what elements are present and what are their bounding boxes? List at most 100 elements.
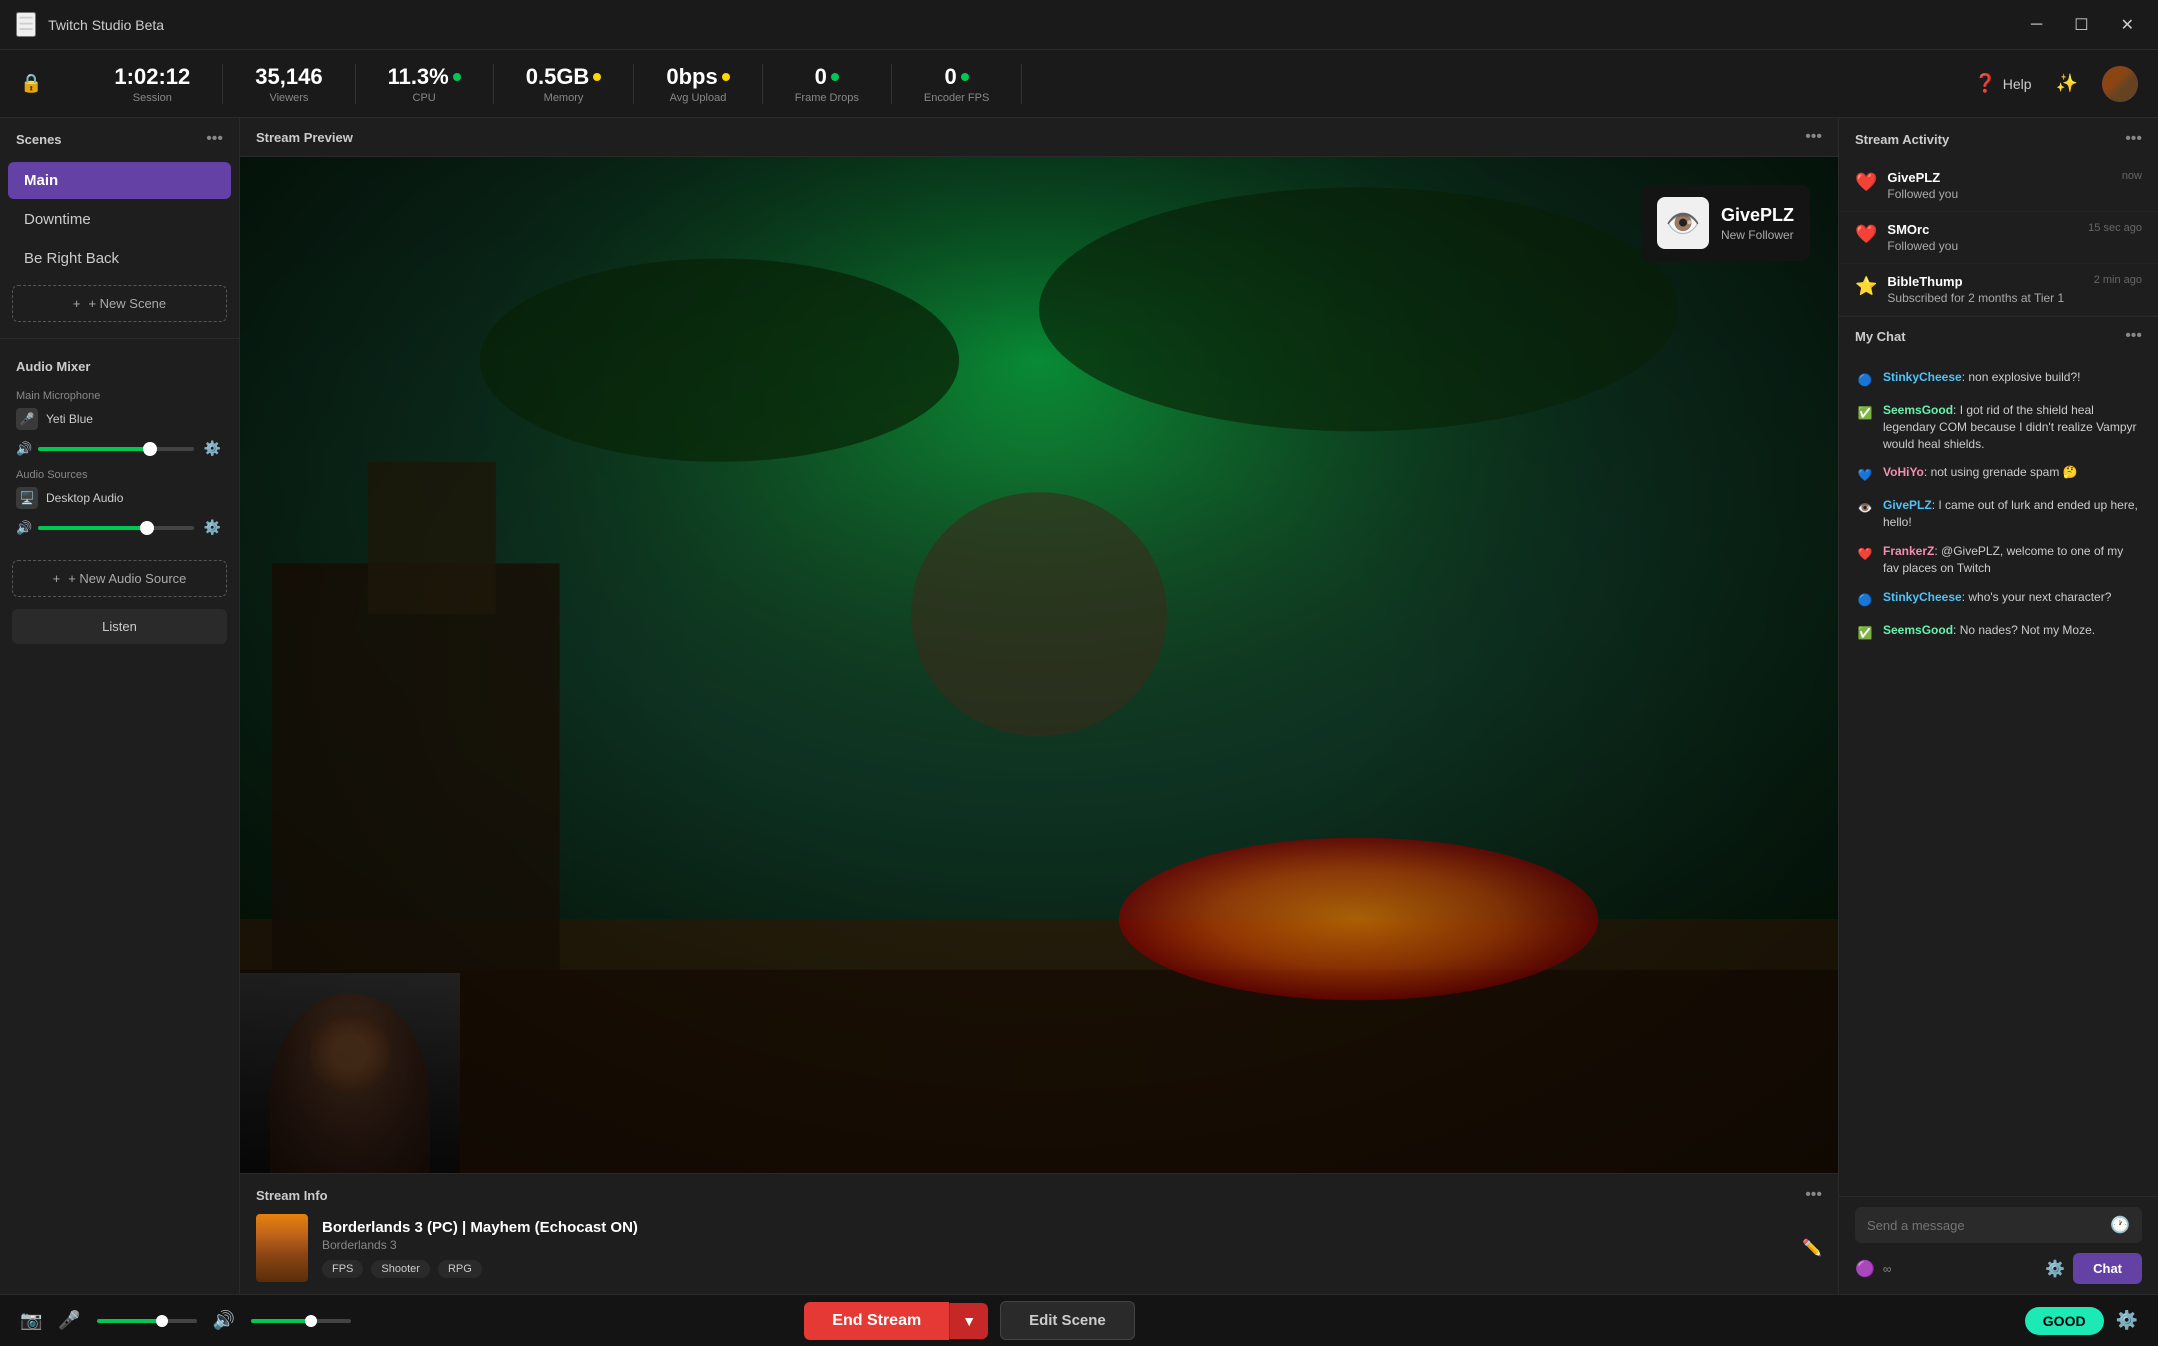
- new-audio-source-button[interactable]: + + New Audio Source: [12, 560, 227, 597]
- follower-label: New Follower: [1721, 228, 1794, 242]
- microphone-volume-slider[interactable]: [38, 447, 194, 451]
- preview-more-button[interactable]: •••: [1805, 128, 1822, 146]
- camera-toggle-button[interactable]: 📷: [20, 1310, 42, 1331]
- encoder-status-dot: [961, 73, 969, 81]
- right-sidebar: Stream Activity ••• ❤️ GivePLZ Followed …: [1838, 118, 2158, 1294]
- microphone-toggle-button[interactable]: 🎤: [58, 1310, 80, 1331]
- preview-game-background: 👁️ GivePLZ New Follower: [240, 157, 1838, 1173]
- chat-input-area: 🕐 🟣 ∞ ⚙️ Chat: [1839, 1196, 2158, 1294]
- activity-title: Stream Activity: [1855, 132, 1949, 147]
- activity-name-0: GivePLZ: [1887, 170, 1940, 185]
- chat-badge-1: ✅: [1855, 403, 1875, 423]
- desktop-slider-thumb[interactable]: [140, 521, 154, 535]
- stat-encoder-label: Encoder FPS: [924, 92, 989, 104]
- magic-wand-button[interactable]: ✨: [2056, 73, 2078, 94]
- chat-text-3: GivePLZ: I came out of lurk and ended up…: [1883, 497, 2142, 531]
- scenes-more-button[interactable]: •••: [206, 130, 223, 148]
- tag-shooter: Shooter: [371, 1260, 430, 1278]
- game-tags: FPS Shooter RPG: [322, 1260, 1788, 1278]
- activity-star-icon-2: ⭐: [1855, 276, 1877, 297]
- activity-content-2: BibleThump Subscribed for 2 months at Ti…: [1887, 274, 2083, 305]
- help-button[interactable]: ❓ Help: [1974, 73, 2031, 94]
- desktop-audio-settings-button[interactable]: ⚙️: [202, 517, 223, 538]
- stat-cpu-label: CPU: [413, 92, 436, 104]
- follower-info: GivePLZ New Follower: [1721, 205, 1794, 242]
- speaker-bottom-thumb[interactable]: [305, 1315, 317, 1327]
- end-stream-main-button[interactable]: End Stream: [804, 1302, 949, 1340]
- stat-session-label: Session: [133, 92, 172, 104]
- listen-button[interactable]: Listen: [12, 609, 227, 644]
- left-sidebar: Scenes ••• Main Downtime Be Right Back +…: [0, 118, 240, 1294]
- bottom-center-controls: End Stream ▼ Edit Scene: [804, 1301, 1134, 1340]
- lock-button[interactable]: 🔒: [20, 73, 42, 94]
- close-button[interactable]: ✕: [2113, 11, 2142, 39]
- bottom-settings-button[interactable]: ⚙️: [2116, 1310, 2138, 1331]
- desktop-volume-icon: 🔊: [16, 520, 30, 536]
- chat-badge-4: ❤️: [1855, 544, 1875, 564]
- mic-bottom-slider[interactable]: [97, 1319, 197, 1323]
- preview-vignette-overlay: [240, 157, 1838, 1173]
- scenes-section: Scenes ••• Main Downtime Be Right Back +…: [0, 118, 239, 330]
- stream-info-more-button[interactable]: •••: [1805, 1186, 1822, 1204]
- mic-device-icon: 🎤: [16, 408, 38, 430]
- end-stream-dropdown-button[interactable]: ▼: [949, 1303, 988, 1339]
- chat-purple-circle-button[interactable]: 🟣: [1855, 1259, 1875, 1279]
- speaker-toggle-button[interactable]: 🔊: [213, 1310, 235, 1331]
- send-chat-button[interactable]: Chat: [2073, 1253, 2142, 1284]
- chat-input-row: 🕐: [1855, 1207, 2142, 1243]
- microphone-label: Main Microphone: [0, 386, 239, 404]
- mic-slider-thumb[interactable]: [143, 442, 157, 456]
- chat-more-button[interactable]: •••: [2125, 327, 2142, 345]
- microphone-settings-button[interactable]: ⚙️: [202, 438, 223, 459]
- activity-name-2: BibleThump: [1887, 274, 1962, 289]
- memory-status-dot: [593, 73, 601, 81]
- menu-icon[interactable]: ☰: [16, 12, 36, 37]
- user-avatar[interactable]: [2102, 66, 2138, 102]
- chat-message-0: 🔵 StinkyCheese: non explosive build?!: [1839, 363, 2158, 396]
- chat-username-4: FrankerZ: [1883, 544, 1934, 558]
- chat-username-3: GivePLZ: [1883, 498, 1932, 512]
- maximize-button[interactable]: ☐: [2066, 11, 2096, 39]
- chat-messages[interactable]: 🔵 StinkyCheese: non explosive build?! ✅ …: [1839, 355, 2158, 1196]
- chat-settings-button[interactable]: ⚙️: [2045, 1259, 2065, 1279]
- mic-bottom-thumb[interactable]: [156, 1315, 168, 1327]
- mic-volume-icon: 🔊: [16, 441, 30, 457]
- chat-username-1: SeemsGood: [1883, 403, 1953, 417]
- tag-fps: FPS: [322, 1260, 363, 1278]
- activity-item-2: ⭐ BibleThump Subscribed for 2 months at …: [1839, 264, 2158, 316]
- stat-upload-value: 0bps: [666, 64, 729, 90]
- chat-text-5: StinkyCheese: who's your next character?: [1883, 589, 2111, 606]
- speaker-bottom-slider[interactable]: [251, 1319, 351, 1323]
- activity-header: Stream Activity •••: [1839, 118, 2158, 160]
- scene-item-main[interactable]: Main: [8, 162, 231, 199]
- edit-scene-button[interactable]: Edit Scene: [1000, 1301, 1135, 1340]
- scenes-header: Scenes •••: [0, 118, 239, 160]
- desktop-audio-volume-slider[interactable]: [38, 526, 194, 530]
- chat-message-input[interactable]: [1867, 1218, 2102, 1233]
- new-scene-button[interactable]: + + New Scene: [12, 285, 227, 322]
- stream-info-edit-button[interactable]: ✏️: [1802, 1238, 1822, 1258]
- activity-time-0: now: [2122, 170, 2142, 182]
- minimize-button[interactable]: ─: [2023, 11, 2050, 39]
- end-stream-button-group: End Stream ▼: [804, 1301, 988, 1340]
- scene-item-downtime[interactable]: Downtime: [8, 201, 231, 238]
- chat-message-6: ✅ SeemsGood: No nades? Not my Moze.: [1839, 616, 2158, 649]
- follower-name: GivePLZ: [1721, 205, 1794, 226]
- audio-mixer-header: Audio Mixer: [0, 347, 239, 386]
- stream-quality-badge: GOOD: [2025, 1307, 2104, 1335]
- chat-title: My Chat: [1855, 329, 1906, 344]
- activity-more-button[interactable]: •••: [2125, 130, 2142, 148]
- tag-rpg: RPG: [438, 1260, 482, 1278]
- scenes-title: Scenes: [16, 132, 62, 147]
- upload-status-dot: [722, 73, 730, 81]
- activity-time-2: 2 min ago: [2094, 274, 2142, 286]
- stat-avg-upload: 0bps Avg Upload: [634, 64, 762, 104]
- desktop-audio-slider-row: 🔊 ⚙️: [0, 513, 239, 544]
- mic-bottom-slider-group: [97, 1319, 197, 1323]
- activity-content-1: SMOrc Followed you: [1887, 222, 2078, 253]
- desktop-slider-fill: [38, 526, 147, 530]
- chat-emoji-button[interactable]: 🕐: [2110, 1215, 2130, 1235]
- scene-item-be-right-back[interactable]: Be Right Back: [8, 240, 231, 277]
- chat-badge-5: 🔵: [1855, 590, 1875, 610]
- speaker-bottom-fill: [251, 1319, 311, 1323]
